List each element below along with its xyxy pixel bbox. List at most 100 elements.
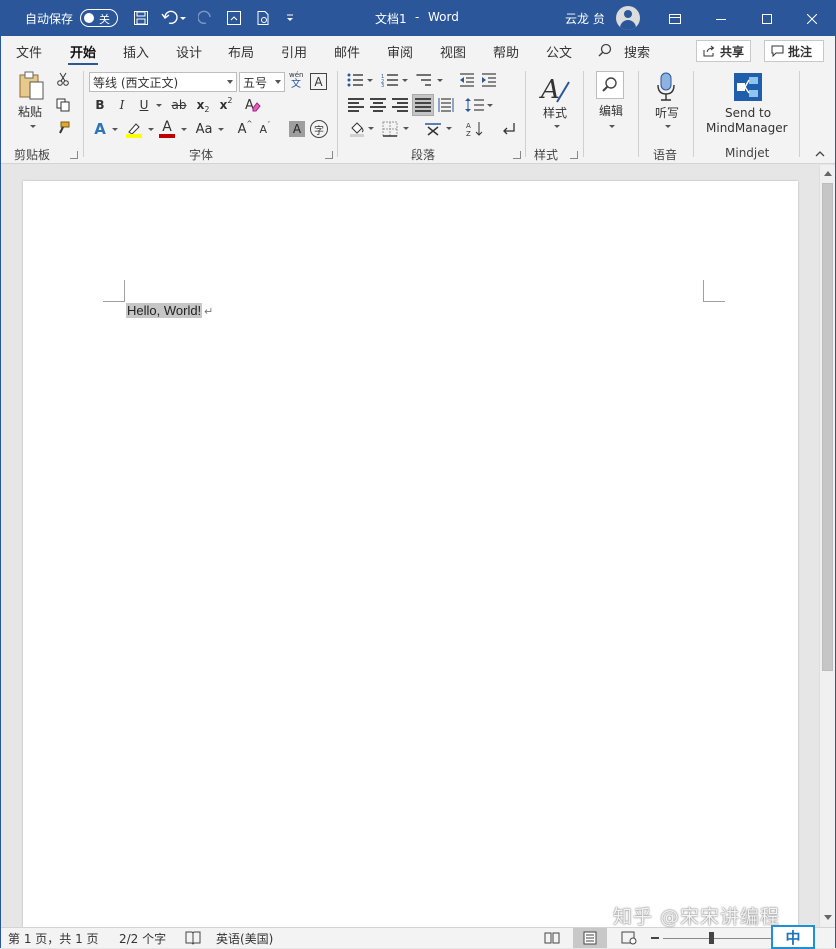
format-painter-icon[interactable] <box>55 120 71 136</box>
share-button[interactable]: 共享 <box>696 40 752 62</box>
vertical-scrollbar[interactable] <box>819 165 835 927</box>
close-icon[interactable] <box>789 1 835 36</box>
cut-icon[interactable] <box>55 71 71 87</box>
ribbon-display-options-icon[interactable] <box>652 1 698 36</box>
superscript-button[interactable]: x2 <box>217 96 235 114</box>
language[interactable]: 英语(美国) <box>216 930 273 947</box>
tab-file[interactable]: 文件 <box>16 42 42 61</box>
phonetic-guide-icon[interactable]: wén 文 <box>289 71 303 93</box>
styles-launcher-icon[interactable] <box>570 151 578 159</box>
highlight-button[interactable] <box>124 120 144 140</box>
comments-button[interactable]: 批注 <box>764 40 824 62</box>
align-right-icon[interactable] <box>391 96 409 114</box>
bullets-icon[interactable] <box>346 71 374 89</box>
decrease-indent-icon[interactable] <box>458 71 476 89</box>
italic-button[interactable]: I <box>114 96 130 114</box>
save-as-icon[interactable] <box>223 7 245 29</box>
web-layout-icon[interactable] <box>621 931 637 948</box>
paste-dropdown[interactable] <box>28 123 36 129</box>
selected-text[interactable]: Hello, World! <box>126 303 203 318</box>
borders-icon[interactable] <box>381 119 411 139</box>
underline-button[interactable]: U <box>136 96 152 114</box>
underline-dropdown[interactable] <box>153 96 163 114</box>
styles-label[interactable]: 样式 <box>543 106 567 121</box>
tab-help[interactable]: 帮助 <box>493 42 519 61</box>
font-color-dropdown[interactable] <box>178 120 188 138</box>
distributed-icon[interactable] <box>437 96 455 114</box>
autosave-toggle[interactable]: 关 <box>80 9 118 27</box>
show-marks-icon[interactable] <box>498 119 518 139</box>
chinese-layout-icon[interactable] <box>422 119 454 139</box>
numbering-icon[interactable]: 123 <box>380 71 410 89</box>
dictate-dropdown[interactable] <box>663 123 671 129</box>
tab-mailings[interactable]: 邮件 <box>334 42 360 61</box>
text-effects-button[interactable]: A <box>92 120 108 138</box>
undo-icon[interactable] <box>159 7 189 29</box>
redo-icon[interactable] <box>195 7 217 29</box>
minimize-icon[interactable] <box>698 1 744 36</box>
font-launcher-icon[interactable] <box>325 151 333 159</box>
tab-view[interactable]: 视图 <box>440 42 466 61</box>
tab-gongwen[interactable]: 公文 <box>546 42 572 61</box>
print-layout-icon[interactable] <box>573 928 607 948</box>
paragraph-launcher-icon[interactable] <box>513 151 521 159</box>
increase-indent-icon[interactable] <box>480 71 498 89</box>
zoom-slider[interactable] <box>663 938 771 939</box>
highlight-dropdown[interactable] <box>145 120 155 138</box>
character-border-icon[interactable]: A <box>310 73 327 90</box>
tab-insert[interactable]: 插入 <box>123 42 149 61</box>
clear-formatting-icon[interactable]: A <box>243 95 263 115</box>
tab-design[interactable]: 设计 <box>176 42 202 61</box>
styles-dropdown[interactable] <box>552 123 560 129</box>
shading-icon[interactable] <box>348 119 376 139</box>
copy-icon[interactable] <box>55 97 71 113</box>
tab-home[interactable]: 开始 <box>67 42 99 66</box>
tab-references[interactable]: 引用 <box>281 42 307 61</box>
change-case-dropdown[interactable] <box>215 120 225 138</box>
word-count[interactable]: 2/2 个字 <box>119 930 166 947</box>
paste-icon[interactable] <box>15 69 49 103</box>
align-center-icon[interactable] <box>369 96 387 114</box>
align-left-icon[interactable] <box>347 96 365 114</box>
find-icon[interactable] <box>596 71 624 99</box>
font-size-combo[interactable]: 五号 <box>239 72 285 92</box>
editing-label[interactable]: 编辑 <box>599 104 623 119</box>
zoom-slider-thumb[interactable] <box>709 932 714 944</box>
search-label[interactable]: 搜索 <box>624 42 650 61</box>
grow-font-button[interactable]: A ^ <box>237 120 253 138</box>
print-preview-icon[interactable] <box>252 7 274 29</box>
multilevel-list-icon[interactable] <box>415 71 445 89</box>
zoom-out-icon[interactable] <box>651 937 659 939</box>
editing-dropdown[interactable] <box>607 123 615 129</box>
dictate-label[interactable]: 听写 <box>655 106 679 121</box>
collapse-ribbon-icon[interactable] <box>813 149 827 159</box>
justify-icon[interactable] <box>412 94 434 116</box>
save-icon[interactable] <box>130 7 152 29</box>
scroll-up-icon[interactable] <box>824 171 832 176</box>
proofing-icon[interactable] <box>185 931 201 948</box>
search-icon[interactable] <box>598 43 612 60</box>
customize-toolbar-icon[interactable] <box>281 7 299 29</box>
tab-review[interactable]: 审阅 <box>387 42 413 61</box>
paste-label[interactable]: 粘贴 <box>18 105 42 120</box>
page-count[interactable]: 第 1 页，共 1 页 <box>8 930 99 947</box>
character-shading-button[interactable]: A <box>289 121 305 137</box>
line-spacing-icon[interactable] <box>464 96 494 114</box>
subscript-button[interactable]: x2 <box>194 96 212 114</box>
bold-button[interactable]: B <box>92 96 108 114</box>
font-name-combo[interactable]: 等线 (西文正文) <box>89 72 237 92</box>
microphone-icon[interactable] <box>654 71 678 103</box>
scroll-down-icon[interactable] <box>824 915 832 920</box>
font-color-button[interactable]: A <box>158 119 176 139</box>
tab-layout[interactable]: 布局 <box>228 42 254 61</box>
maximize-icon[interactable] <box>744 1 790 36</box>
mindmanager-label[interactable]: MindManager <box>706 121 788 136</box>
mindmanager-icon[interactable] <box>732 71 764 103</box>
clipboard-launcher-icon[interactable] <box>70 151 78 159</box>
shrink-font-button[interactable]: Aˇ <box>257 120 273 138</box>
sort-icon[interactable]: AZ <box>465 119 485 139</box>
strikethrough-button[interactable]: ab <box>169 96 189 114</box>
scroll-thumb[interactable] <box>822 183 833 671</box>
enclose-characters-button[interactable]: 字 <box>310 120 328 138</box>
send-to-label[interactable]: Send to <box>725 106 771 121</box>
